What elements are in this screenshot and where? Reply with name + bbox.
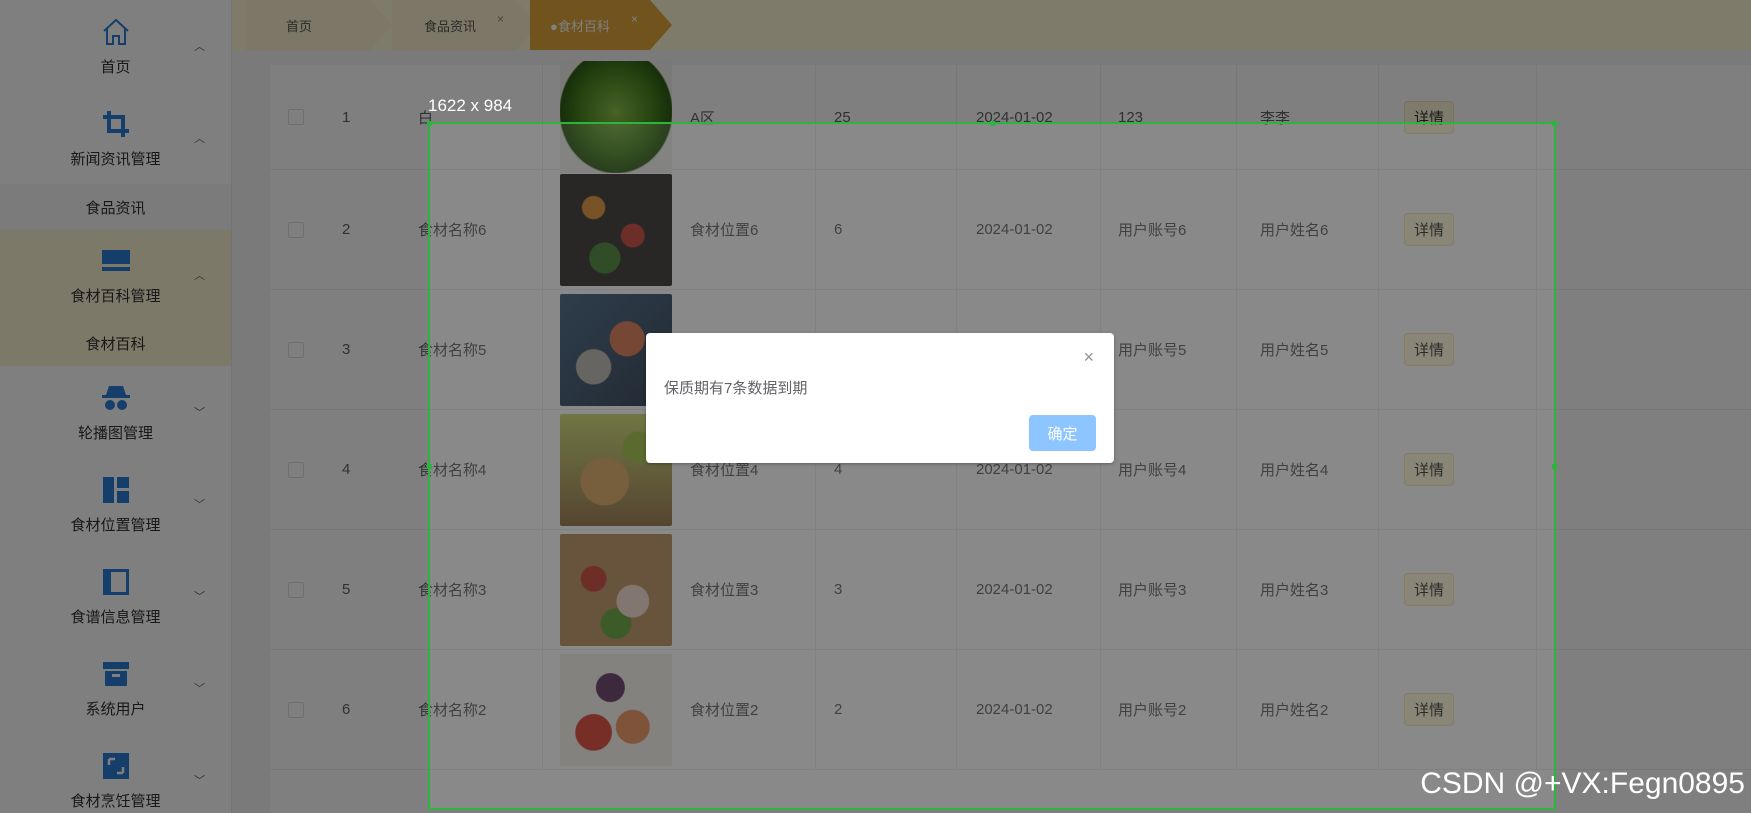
watermark: CSDN @+VX:Fegn0895	[1420, 767, 1745, 800]
selection-handle[interactable]	[427, 464, 432, 469]
dialog-message: 保质期有7条数据到期	[664, 380, 808, 397]
selection-handle[interactable]	[990, 121, 995, 126]
close-icon[interactable]: ×	[1083, 347, 1094, 368]
selection-handle[interactable]	[1552, 464, 1557, 469]
confirm-button[interactable]: 确定	[1029, 415, 1096, 451]
screenshot-selection-box[interactable]	[427, 121, 1557, 810]
selection-handle[interactable]	[1552, 121, 1557, 126]
selection-handle[interactable]	[427, 121, 432, 126]
selection-size-label: 1622 x 984	[428, 96, 513, 115]
expiry-alert-dialog: × 保质期有7条数据到期 确定	[646, 333, 1114, 463]
